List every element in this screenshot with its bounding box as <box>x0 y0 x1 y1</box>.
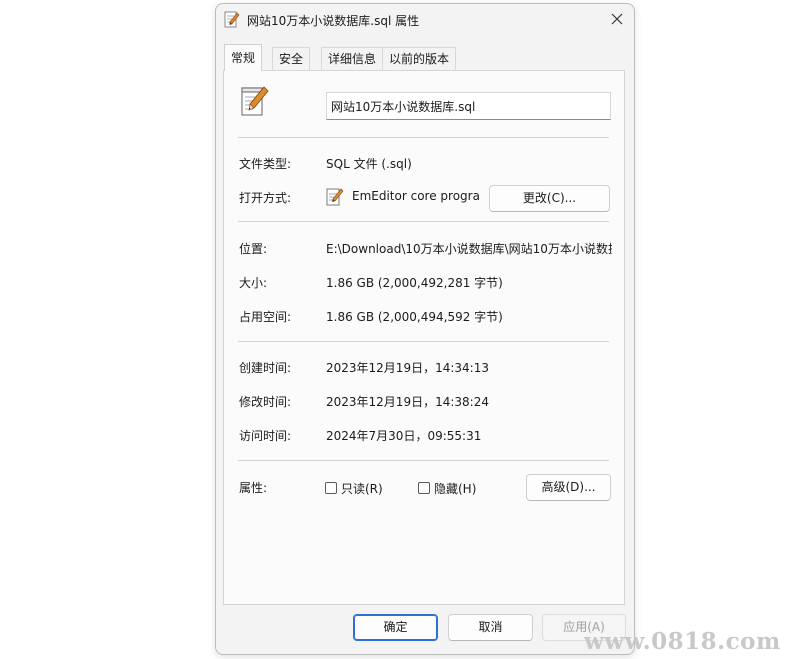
modified-label: 修改时间: <box>239 395 292 409</box>
hidden-label[interactable]: 隐藏(H) <box>434 480 476 497</box>
close-button[interactable] <box>600 4 634 34</box>
close-icon <box>611 13 623 25</box>
separator <box>238 221 609 222</box>
accessed-value: 2024年7月30日，09:55:31 <box>326 429 482 443</box>
disk-size-value: 1.86 GB (2,000,494,592 字节) <box>326 310 503 324</box>
svg-text:www.0818.com: www.0818.com <box>584 628 781 655</box>
open-with-value: EmEditor core progra <box>352 189 480 203</box>
site-watermark: www.0818.com <box>583 626 784 656</box>
ok-button[interactable]: 确定 <box>353 614 438 641</box>
location-value: E:\Download\10万本小说数据库\网站10万本小说数据库 <box>326 242 612 256</box>
emeditor-app-icon <box>326 187 344 207</box>
title-bar: 网站10万本小说数据库.sql 属性 <box>216 4 634 36</box>
tab-details[interactable]: 详细信息 <box>321 47 384 70</box>
size-label: 大小: <box>239 276 268 290</box>
size-value: 1.86 GB (2,000,492,281 字节) <box>326 276 503 290</box>
cancel-button[interactable]: 取消 <box>448 614 533 641</box>
open-with-label: 打开方式: <box>239 191 292 205</box>
attributes-label: 属性: <box>239 481 268 495</box>
separator <box>238 341 609 342</box>
modified-value: 2023年12月19日，14:38:24 <box>326 395 489 409</box>
created-value: 2023年12月19日，14:34:13 <box>326 361 489 375</box>
hidden-checkbox[interactable] <box>418 482 430 494</box>
file-name-input[interactable] <box>326 92 611 120</box>
tab-previous-versions[interactable]: 以前的版本 <box>382 47 457 70</box>
file-type-label: 文件类型: <box>239 157 292 171</box>
location-label: 位置: <box>239 242 268 256</box>
file-document-icon <box>224 11 240 29</box>
tab-general[interactable]: 常规 <box>224 44 263 71</box>
window-title: 网站10万本小说数据库.sql 属性 <box>247 14 420 28</box>
change-button[interactable]: 更改(C)... <box>489 185 610 212</box>
accessed-label: 访问时间: <box>239 429 292 443</box>
separator <box>238 460 609 461</box>
advanced-button[interactable]: 高级(D)... <box>526 474 611 501</box>
readonly-label[interactable]: 只读(R) <box>341 480 383 497</box>
tab-security[interactable]: 安全 <box>272 47 311 70</box>
readonly-checkbox[interactable] <box>325 482 337 494</box>
sql-file-icon <box>240 84 270 118</box>
created-label: 创建时间: <box>239 361 292 375</box>
general-panel <box>223 70 625 605</box>
disk-size-label: 占用空间: <box>239 310 292 324</box>
file-type-value: SQL 文件 (.sql) <box>326 157 412 171</box>
separator <box>238 137 609 138</box>
